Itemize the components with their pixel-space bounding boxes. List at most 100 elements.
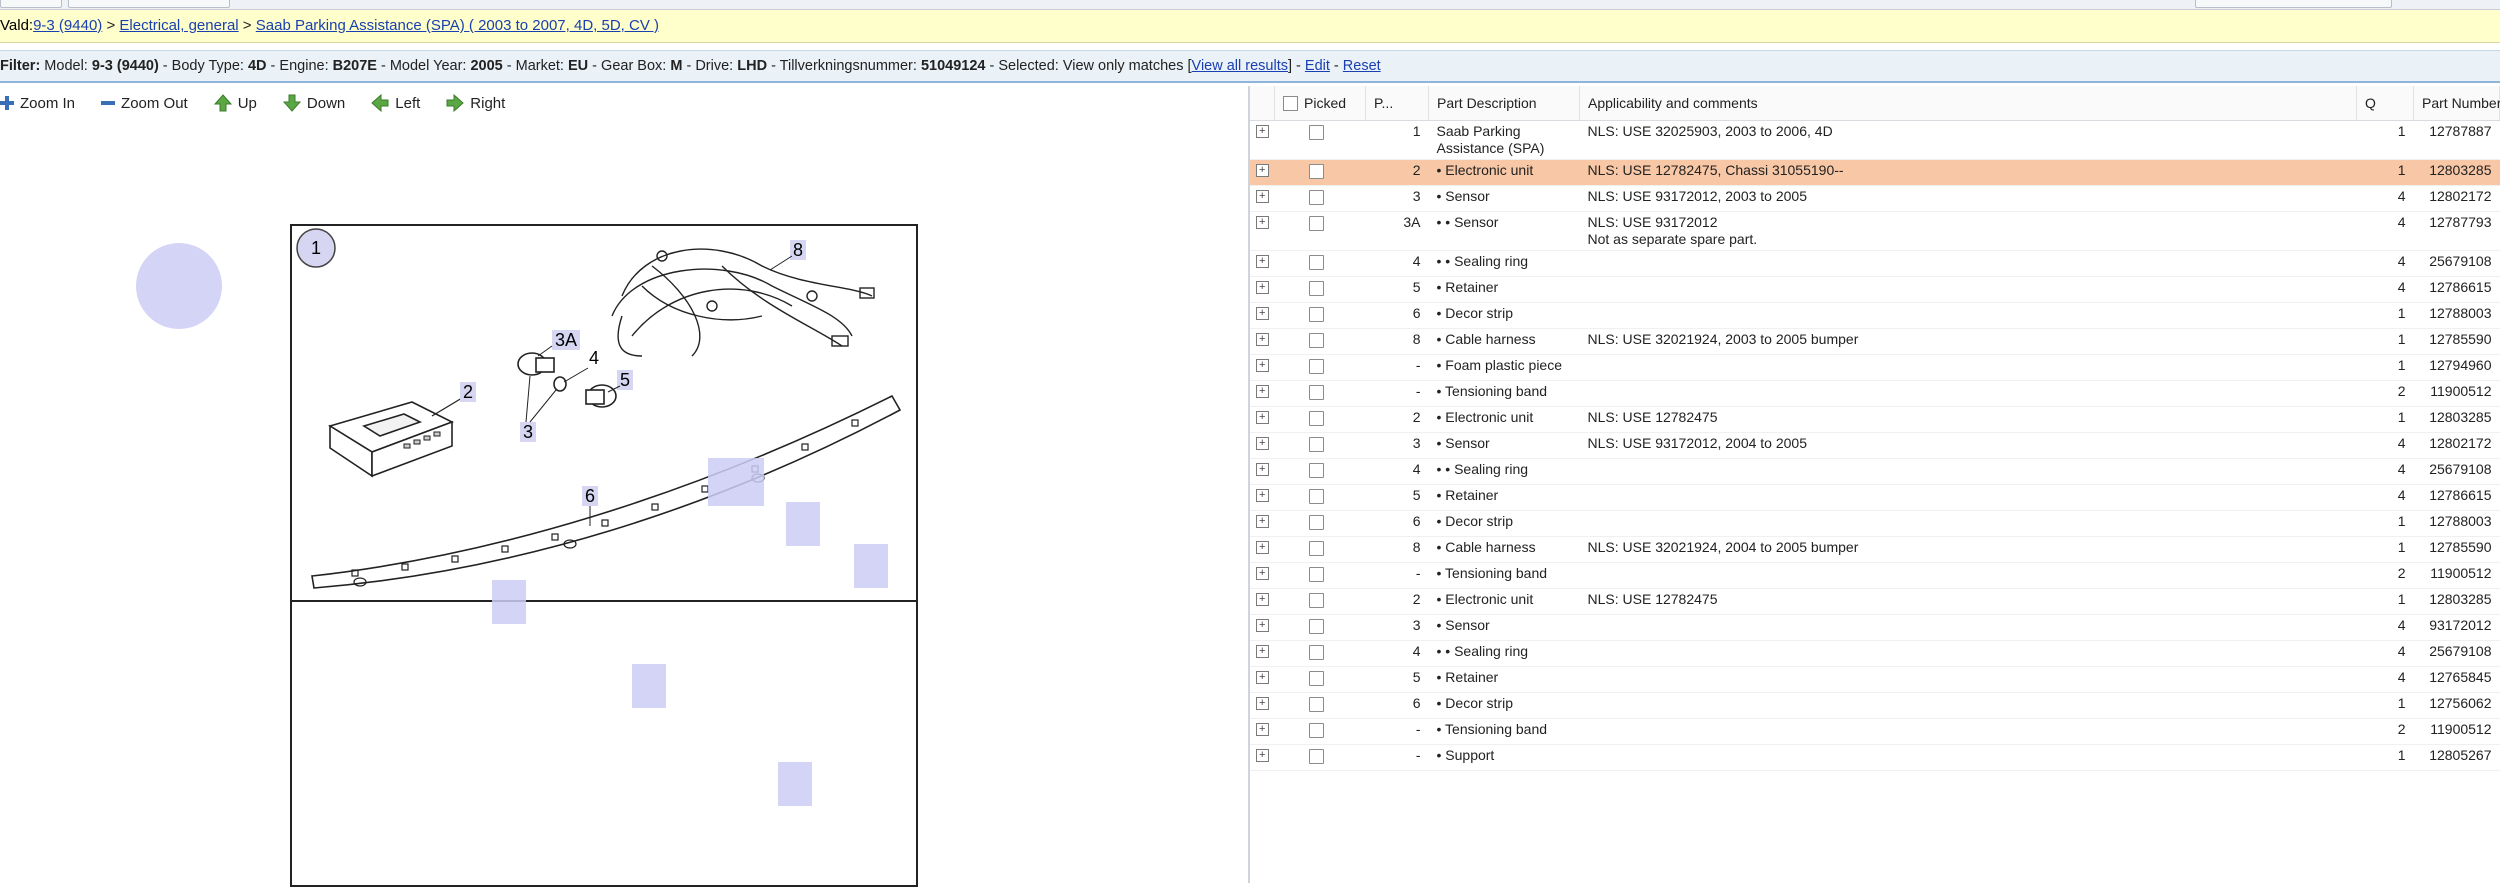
pick-checkbox[interactable] [1308, 697, 1324, 712]
pick-checkbox[interactable] [1308, 515, 1324, 530]
callout-6[interactable]: 6 [585, 486, 595, 506]
expand-plus-icon[interactable]: + [1255, 515, 1269, 528]
callout-1[interactable]: 1 [311, 238, 321, 258]
pick-checkbox[interactable] [1308, 463, 1324, 478]
pick-checkbox[interactable] [1308, 190, 1324, 205]
pan-up-button[interactable]: Up [213, 94, 257, 112]
table-row[interactable]: +3 • Sensor NLS: USE 93172012, 2003 to 200… [1250, 185, 2500, 212]
callout-2[interactable]: 2 [463, 382, 473, 402]
print-button[interactable] [0, 0, 62, 8]
breadcrumb-link-group[interactable]: Electrical, general [119, 17, 238, 34]
table-row[interactable]: + - • Support 1 12805267 [1250, 744, 2500, 771]
expand-plus-icon[interactable]: + [1255, 749, 1269, 762]
table-row[interactable]: +5 • Retainer 4 12786615 [1250, 484, 2500, 511]
table-row[interactable]: +3A • • Sensor NLS: USE 93172012 Not as sep… [1250, 211, 2500, 251]
expand-plus-icon[interactable]: + [1255, 541, 1269, 554]
table-row[interactable]: +4 • • Sealing ring 4 25679108 [1250, 250, 2500, 277]
pick-checkbox[interactable] [1308, 671, 1324, 686]
diagram-hotspot[interactable] [136, 243, 222, 329]
expand-plus-icon[interactable]: + [1255, 125, 1269, 138]
expand-plus-icon[interactable]: + [1255, 359, 1269, 372]
expand-plus-icon[interactable]: + [1255, 723, 1269, 736]
diagram-hotspot[interactable] [632, 664, 666, 708]
table-row[interactable]: + - • Foam plastic piece 1 12794960 [1250, 354, 2500, 381]
breadcrumb-link-section[interactable]: Saab Parking Assistance (SPA) ( 2003 to … [256, 17, 659, 34]
table-row[interactable]: +5 • Retainer 4 12786615 [1250, 276, 2500, 303]
pick-checkbox[interactable] [1308, 645, 1324, 660]
diagram-hotspot[interactable] [786, 502, 820, 546]
table-row[interactable]: +3 • Sensor 4 93172012 [1250, 614, 2500, 641]
change-catalogue-button[interactable] [68, 0, 230, 8]
pick-checkbox[interactable] [1308, 359, 1324, 374]
expand-plus-icon[interactable]: + [1255, 190, 1269, 203]
table-row[interactable]: +2 • Electronic unit NLS: USE 12782475, Ch… [1250, 159, 2500, 186]
callout-3a[interactable]: 3A [555, 330, 577, 350]
top-search-input[interactable] [2195, 0, 2392, 8]
pick-checkbox[interactable] [1308, 593, 1324, 608]
pick-checkbox[interactable] [1308, 619, 1324, 634]
expand-plus-icon[interactable]: + [1255, 671, 1269, 684]
pick-checkbox[interactable] [1308, 567, 1324, 582]
pan-down-button[interactable]: Down [282, 94, 345, 112]
pick-checkbox[interactable] [1308, 307, 1324, 322]
diagram-hotspot[interactable] [708, 458, 764, 506]
expand-plus-icon[interactable]: + [1255, 645, 1269, 658]
pick-checkbox[interactable] [1308, 164, 1324, 179]
diagram-hotspot[interactable] [854, 544, 888, 588]
zoom-in-button[interactable]: Zoom In [0, 95, 75, 112]
expand-plus-icon[interactable]: + [1255, 463, 1269, 476]
diagram-hotspot[interactable] [492, 580, 526, 624]
callout-8[interactable]: 8 [793, 240, 803, 260]
pick-checkbox[interactable] [1308, 125, 1324, 140]
expand-plus-icon[interactable]: + [1255, 307, 1269, 320]
part-number-column-header[interactable]: Part Number [2413, 86, 2500, 121]
expand-plus-icon[interactable]: + [1255, 216, 1269, 229]
pick-checkbox[interactable] [1308, 749, 1324, 764]
breadcrumb-link-model[interactable]: 9-3 (9440) [33, 17, 102, 34]
edit-filter-link[interactable]: Edit [1305, 58, 1330, 74]
table-row[interactable]: +2 • Electronic unit NLS: USE 12782475 1 128… [1250, 588, 2500, 615]
expand-plus-icon[interactable]: + [1255, 333, 1269, 346]
description-column-header[interactable]: Part Description [1428, 86, 1580, 121]
table-row[interactable]: +1 Saab Parking Assistance (SPA) NLS: USE … [1250, 120, 2500, 160]
pick-checkbox[interactable] [1308, 437, 1324, 452]
table-row[interactable]: +6 • Decor strip 1 12788003 [1250, 510, 2500, 537]
position-column-header[interactable]: P... [1365, 86, 1429, 121]
view-all-results-link[interactable]: View all results [1192, 58, 1288, 74]
callout-5[interactable]: 5 [620, 370, 630, 390]
table-row[interactable]: + - • Tensioning band 2 11900512 [1250, 380, 2500, 407]
callout-3[interactable]: 3 [523, 422, 533, 442]
expand-plus-icon[interactable]: + [1255, 697, 1269, 710]
expand-plus-icon[interactable]: + [1255, 567, 1269, 580]
expand-plus-icon[interactable]: + [1255, 489, 1269, 502]
callout-4[interactable]: 4 [589, 348, 599, 368]
expand-plus-icon[interactable]: + [1255, 619, 1269, 632]
pick-checkbox[interactable] [1308, 489, 1324, 504]
expand-plus-icon[interactable]: + [1255, 164, 1269, 177]
table-row[interactable]: +4 • • Sealing ring 4 25679108 [1250, 640, 2500, 667]
expand-plus-icon[interactable]: + [1255, 593, 1269, 606]
select-all-checkbox[interactable] [1283, 96, 1298, 112]
pick-checkbox[interactable] [1308, 385, 1324, 400]
expand-plus-icon[interactable]: + [1255, 411, 1269, 424]
applicability-column-header[interactable]: Applicability and comments [1579, 86, 2357, 121]
pick-checkbox[interactable] [1308, 281, 1324, 296]
expand-plus-icon[interactable]: + [1255, 385, 1269, 398]
reset-filter-link[interactable]: Reset [1343, 58, 1381, 74]
pick-checkbox[interactable] [1308, 255, 1324, 270]
expand-plus-icon[interactable]: + [1255, 437, 1269, 450]
picked-column-header[interactable]: Picked [1274, 86, 1366, 121]
quantity-column-header[interactable]: Q [2356, 86, 2414, 121]
pan-left-button[interactable]: Left [371, 94, 420, 112]
expand-plus-icon[interactable]: + [1255, 281, 1269, 294]
expand-plus-icon[interactable]: + [1255, 255, 1269, 268]
table-row[interactable]: + - • Tensioning band 2 11900512 [1250, 562, 2500, 589]
pick-checkbox[interactable] [1308, 216, 1324, 231]
table-row[interactable]: + - • Tensioning band 2 11900512 [1250, 718, 2500, 745]
pick-checkbox[interactable] [1308, 333, 1324, 348]
zoom-out-button[interactable]: Zoom Out [101, 95, 188, 112]
pick-checkbox[interactable] [1308, 723, 1324, 738]
table-row[interactable]: +3 • Sensor NLS: USE 93172012, 2004 to 200… [1250, 432, 2500, 459]
table-row[interactable]: +4 • • Sealing ring 4 25679108 [1250, 458, 2500, 485]
table-row[interactable]: +6 • Decor strip 1 12756062 [1250, 692, 2500, 719]
